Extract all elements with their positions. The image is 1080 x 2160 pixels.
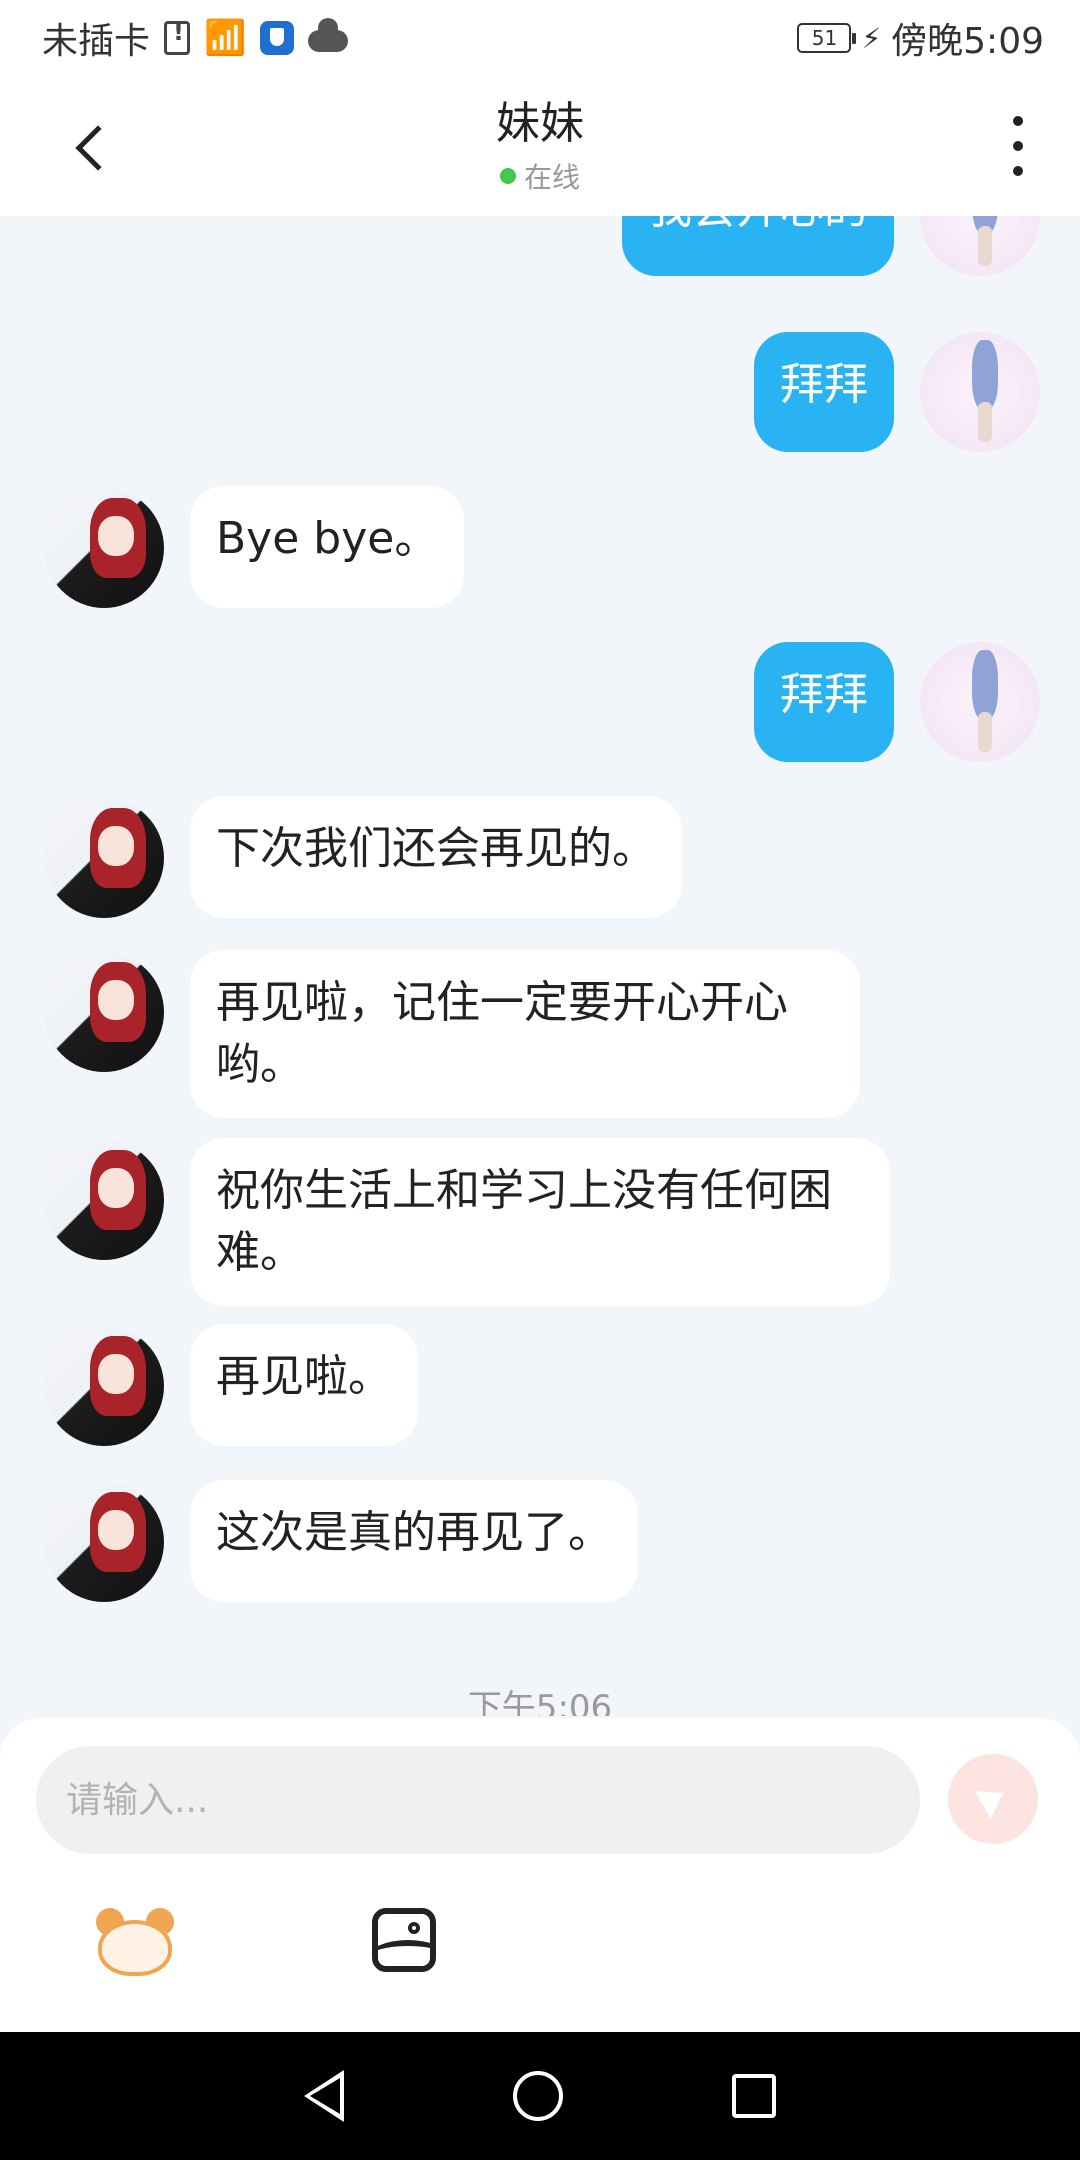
contact-avatar[interactable] <box>44 798 164 918</box>
online-dot-icon <box>499 168 516 184</box>
message-incoming: 再见啦，记住一定要开心开心哟。 <box>44 950 860 1118</box>
contact-avatar[interactable] <box>44 1140 164 1260</box>
image-icon <box>408 1922 420 1934</box>
presence-text: 在线 <box>523 161 580 194</box>
my-avatar[interactable] <box>920 642 1040 762</box>
message-outgoing: 拜拜 <box>754 642 1040 762</box>
battery-icon: 51 <box>797 23 857 53</box>
wifi-icon: 📶 <box>204 18 247 58</box>
composer-panel <box>0 1718 1080 2032</box>
nav-home-icon[interactable] <box>512 2071 563 2121</box>
system-nav-bar <box>0 2032 1080 2160</box>
image-icon-hill <box>378 1940 430 1966</box>
status-bar: 未插卡 📶 51 ⚡ 傍晚5:09 <box>0 0 1080 76</box>
send-icon <box>974 1779 1012 1819</box>
back-chevron-icon <box>75 125 121 171</box>
carrier-text: 未插卡 <box>42 21 151 62</box>
status-left: 未插卡 📶 <box>42 12 349 64</box>
clock: 傍晚5:09 <box>891 21 1044 62</box>
message-incoming: 这次是真的再见了。 <box>44 1480 638 1602</box>
contact-avatar[interactable] <box>44 1482 164 1602</box>
message-incoming: 祝你生活上和学习上没有任何困难。 <box>44 1138 890 1306</box>
sticker-button[interactable] <box>92 1904 178 1976</box>
message-outgoing: 我会开心的 <box>622 216 1040 276</box>
more-dot <box>1013 141 1023 151</box>
contact-avatar[interactable] <box>44 1326 164 1446</box>
more-dot <box>1013 166 1023 176</box>
sticker-icon-face <box>98 1920 172 1976</box>
status-right: 51 ⚡ 傍晚5:09 <box>797 12 1044 64</box>
message-input[interactable] <box>36 1746 920 1854</box>
shield-icon <box>260 21 295 55</box>
chat-header: 妹妹 在线 <box>0 76 1080 216</box>
more-options-button[interactable] <box>1006 116 1030 176</box>
charging-icon: ⚡ <box>861 21 882 55</box>
message-bubble: 下次我们还会再见的。 <box>190 796 682 918</box>
message-bubble: 我会开心的 <box>622 216 894 276</box>
message-bubble: 再见啦。 <box>190 1324 418 1446</box>
cloud-icon <box>308 18 349 52</box>
image-button[interactable] <box>372 1908 436 1972</box>
title-block: 妹妹 在线 <box>496 96 584 196</box>
chat-area[interactable]: 我会开心的 拜拜 Bye bye。 拜拜 下次我们还会再见的。 再见啦，记住一定… <box>0 216 1080 1716</box>
battery-level: 51 <box>811 26 838 50</box>
sim-card-icon <box>164 18 191 55</box>
my-avatar[interactable] <box>920 332 1040 452</box>
message-bubble: 拜拜 <box>754 642 894 762</box>
contact-avatar[interactable] <box>44 488 164 608</box>
nav-recents-icon[interactable] <box>731 2074 776 2118</box>
message-bubble: 祝你生活上和学习上没有任何困难。 <box>190 1138 890 1306</box>
message-timestamp: 下午5:06 <box>467 1688 613 1716</box>
my-avatar[interactable] <box>920 216 1040 276</box>
message-outgoing: 拜拜 <box>754 332 1040 452</box>
message-bubble: 这次是真的再见了。 <box>190 1480 638 1602</box>
presence-indicator: 在线 <box>496 156 584 196</box>
back-button[interactable] <box>70 118 121 178</box>
message-incoming: 再见啦。 <box>44 1324 418 1446</box>
contact-name: 妹妹 <box>496 98 584 149</box>
contact-avatar[interactable] <box>44 952 164 1072</box>
message-incoming: Bye bye。 <box>44 486 465 608</box>
message-bubble: 再见啦，记住一定要开心开心哟。 <box>190 950 860 1118</box>
nav-back-icon[interactable] <box>304 2070 345 2122</box>
more-vertical-icon <box>1013 116 1023 126</box>
message-incoming: 下次我们还会再见的。 <box>44 796 682 918</box>
message-bubble: Bye bye。 <box>190 486 465 608</box>
message-bubble: 拜拜 <box>754 332 894 452</box>
send-button[interactable] <box>948 1754 1038 1844</box>
